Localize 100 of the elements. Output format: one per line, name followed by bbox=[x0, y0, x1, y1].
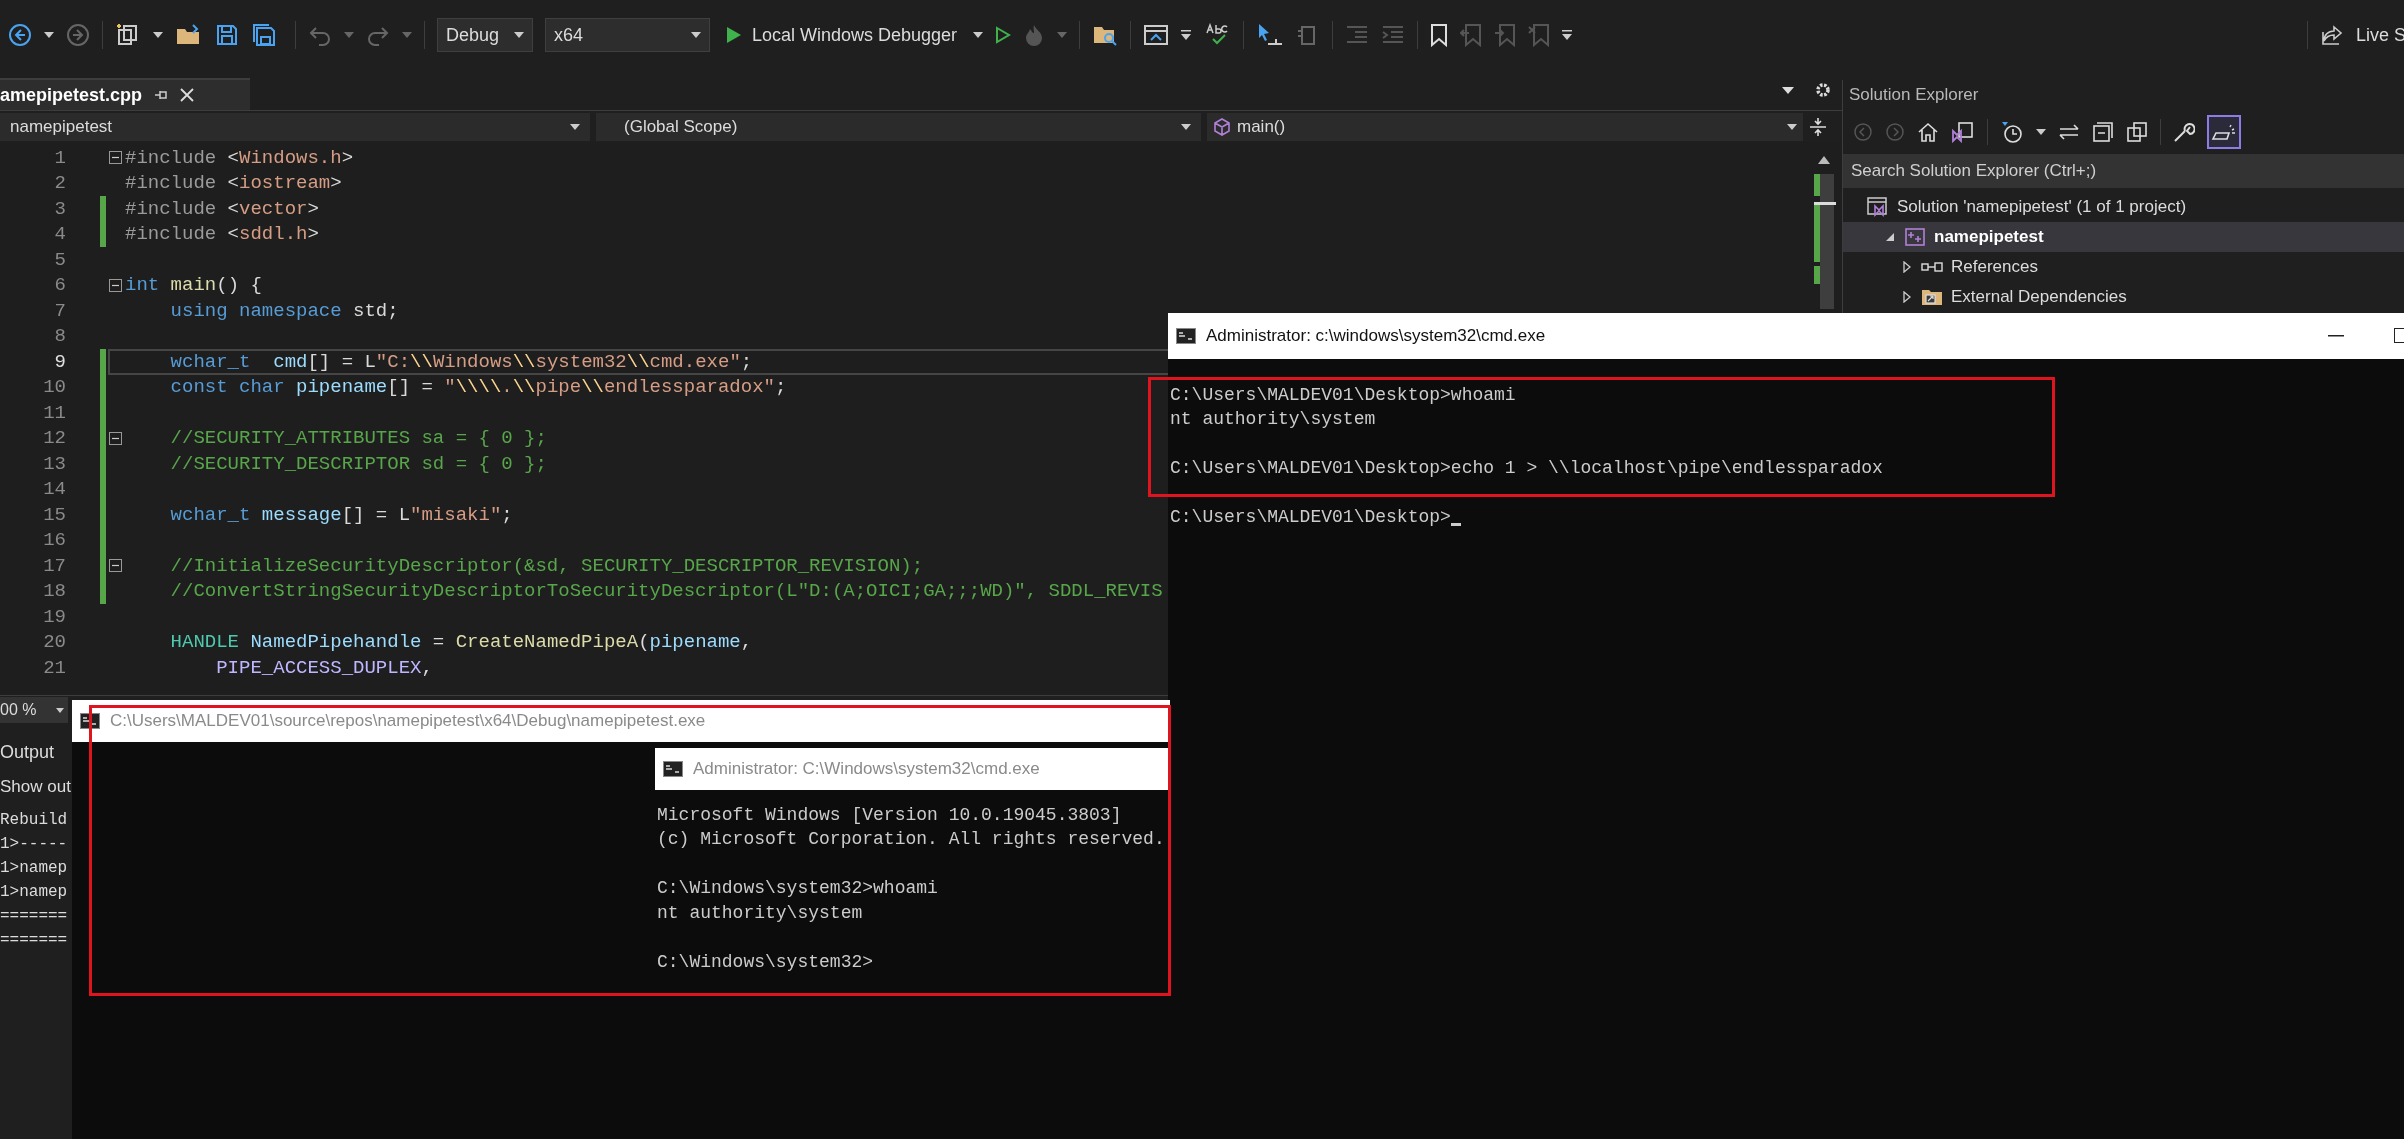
settings-icon[interactable] bbox=[1814, 81, 1832, 99]
caret-icon bbox=[1787, 123, 1797, 130]
zoom-dropdown[interactable]: 00 % bbox=[0, 697, 68, 723]
undo-icon[interactable] bbox=[308, 24, 332, 46]
caret-icon[interactable] bbox=[1782, 86, 1794, 94]
line-number: 17 bbox=[42, 553, 66, 579]
console-line: C:\Windows\system32> bbox=[657, 950, 874, 974]
clock-icon[interactable] bbox=[2000, 120, 2024, 144]
editor-tab[interactable]: amepipetest.cpp bbox=[0, 78, 250, 110]
caret-icon bbox=[570, 123, 580, 130]
code-line: wchar_t message[] = L"misaki"; bbox=[169, 502, 513, 528]
redo-icon[interactable] bbox=[366, 24, 390, 46]
code-line: //ConvertStringSecurityDescriptorToSecurityDescriptor(L"D:(A;OICI;GA;;;WD)", SDDL_REVIS bbox=[169, 579, 1163, 604]
wrench-icon[interactable] bbox=[2173, 121, 2195, 143]
console-icon bbox=[1176, 328, 1196, 344]
tab-title[interactable]: amepipetest.cpp bbox=[0, 81, 143, 109]
member-dropdown[interactable]: main() bbox=[1207, 112, 1803, 141]
window-title: Administrator: c:\windows\system32\cmd.exe bbox=[1206, 325, 1546, 348]
maximize-icon[interactable] bbox=[2394, 328, 2404, 344]
code-line: int main() { bbox=[125, 273, 262, 298]
line-number: 11 bbox=[42, 400, 66, 426]
caret-icon[interactable] bbox=[1181, 30, 1192, 40]
line-number: 14 bbox=[42, 477, 66, 502]
code-line: PIPE_ACCESS_DUPLEX, bbox=[215, 655, 433, 681]
split-icon[interactable] bbox=[1809, 115, 1827, 138]
tree-item[interactable]: References bbox=[1843, 252, 2404, 282]
preview-toggle[interactable] bbox=[2207, 115, 2241, 149]
line-number: 8 bbox=[53, 324, 66, 349]
window-title: Administrator: C:\Windows\system32\cmd.exe bbox=[693, 758, 1040, 781]
console-icon bbox=[663, 761, 683, 777]
switch-views-icon[interactable] bbox=[1951, 121, 1975, 143]
line-number: 19 bbox=[42, 604, 66, 630]
collapse-icon[interactable] bbox=[109, 278, 122, 292]
tree-label: External Dependencies bbox=[1951, 286, 2127, 309]
expanded-icon[interactable] bbox=[1885, 232, 1895, 242]
caret-icon[interactable] bbox=[153, 32, 163, 38]
pointer-icon[interactable] bbox=[1256, 22, 1285, 48]
window-icon[interactable] bbox=[1143, 23, 1170, 47]
play-outline-icon[interactable] bbox=[995, 26, 1012, 44]
collapsed-icon[interactable] bbox=[1903, 291, 1911, 303]
code-line: //SECURITY_ATTRIBUTES sa = { 0 }; bbox=[169, 426, 547, 451]
collapse-icon[interactable] bbox=[109, 431, 122, 445]
configuration-dropdown[interactable]: Debug bbox=[437, 18, 533, 52]
collapse-icon[interactable] bbox=[109, 151, 122, 165]
caret-icon[interactable] bbox=[1562, 30, 1573, 40]
panel-title[interactable]: Output bbox=[0, 739, 68, 766]
caret-icon[interactable] bbox=[973, 32, 984, 38]
play-icon bbox=[726, 26, 742, 44]
caret-icon bbox=[514, 32, 524, 38]
console-line: Microsoft Windows [Version 10.0.19045.3803] bbox=[657, 803, 1122, 827]
share-icon[interactable] bbox=[2320, 24, 2344, 46]
sync-icon[interactable] bbox=[2058, 123, 2080, 141]
caret-icon[interactable] bbox=[2036, 129, 2046, 135]
line-number: 2 bbox=[53, 171, 66, 196]
caret-icon[interactable] bbox=[44, 32, 54, 38]
collapsed-icon[interactable] bbox=[1903, 261, 1911, 273]
tree-label: Solution 'namepipetest' (1 of 1 project) bbox=[1897, 196, 2187, 219]
line-number: 3 bbox=[53, 196, 66, 222]
project-dropdown[interactable]: namepipetest bbox=[0, 112, 590, 141]
console-line: nt authority\system bbox=[657, 901, 863, 925]
tree-item[interactable]: Solution 'namepipetest' (1 of 1 project) bbox=[1843, 192, 2404, 222]
tree-label: namepipetest bbox=[1934, 226, 2044, 249]
line-number: 18 bbox=[42, 579, 66, 604]
save-icon[interactable] bbox=[215, 23, 239, 47]
solution-icon bbox=[1867, 197, 1889, 217]
collapse-icon[interactable] bbox=[109, 559, 122, 573]
tree-label: References bbox=[1951, 256, 2038, 279]
collapse-all-icon[interactable] bbox=[2092, 121, 2114, 143]
forward-icon[interactable] bbox=[66, 23, 90, 47]
output-line: 1>namep bbox=[0, 858, 68, 879]
platform-dropdown[interactable]: x64 bbox=[545, 18, 710, 52]
code-line: #include <vector> bbox=[125, 196, 319, 222]
folder-icon bbox=[1921, 287, 1943, 307]
pin-icon[interactable] bbox=[154, 89, 169, 101]
cube-icon bbox=[1213, 117, 1231, 136]
output-line: Rebuild bbox=[0, 810, 68, 831]
caret-icon bbox=[691, 32, 701, 38]
scope-dropdown[interactable]: (Global Scope) bbox=[596, 112, 1201, 141]
window-title: C:\Users\MALDEV01\source\repos\namepipetest\x64\Debug\namepipetest.exe bbox=[110, 710, 706, 733]
line-number: 1 bbox=[53, 145, 66, 171]
search-field[interactable]: Search Solution Explorer (Ctrl+;) bbox=[1843, 154, 2404, 188]
copy-icon[interactable] bbox=[2126, 121, 2148, 143]
start-debugging-button[interactable]: Local Windows Debugger bbox=[722, 18, 962, 52]
save-all-icon[interactable] bbox=[251, 22, 277, 48]
tree-item[interactable]: namepipetest bbox=[1843, 222, 2404, 252]
output-line: ======= bbox=[0, 906, 68, 927]
console-line: (c) Microsoft Corporation. All rights reserved. bbox=[657, 828, 1165, 852]
home-icon[interactable] bbox=[1917, 122, 1939, 142]
close-icon[interactable] bbox=[180, 88, 195, 102]
code-line: #include <sddl.h> bbox=[125, 222, 319, 247]
minimize-icon[interactable] bbox=[2328, 335, 2344, 337]
line-number: 12 bbox=[42, 426, 66, 451]
back-icon[interactable] bbox=[8, 23, 32, 47]
code-line: #include <Windows.h> bbox=[125, 145, 354, 171]
code-line: //InitializeSecurityDescriptor(&sd, SECURITY_DESCRIPTOR_REVISION); bbox=[169, 553, 924, 579]
tree-item[interactable]: External Dependencies bbox=[1843, 282, 2404, 312]
console-line: C:\Users\MALDEV01\Desktop>whoami bbox=[1170, 383, 1516, 407]
output-line: ======= bbox=[0, 930, 68, 951]
line-number: 5 bbox=[53, 247, 66, 273]
references-icon bbox=[1921, 260, 1943, 274]
